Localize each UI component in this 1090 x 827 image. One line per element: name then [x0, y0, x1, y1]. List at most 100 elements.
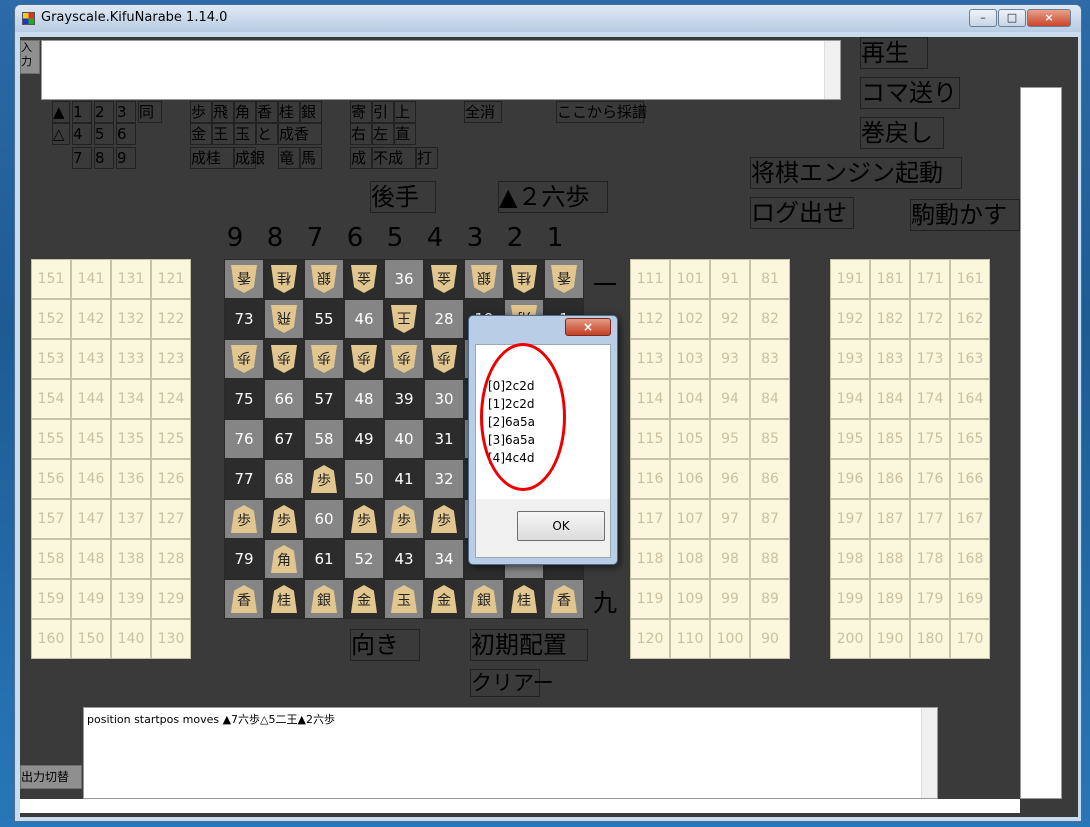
- stand-gote-cell[interactable]: 102: [670, 299, 710, 339]
- stand-right-cell[interactable]: 188: [870, 539, 910, 579]
- stand-left-cell[interactable]: 131: [111, 259, 151, 299]
- piece-kyo[interactable]: 香: [256, 101, 278, 123]
- stand-left-cell[interactable]: 132: [111, 299, 151, 339]
- piece-narikei[interactable]: 成桂: [190, 147, 234, 169]
- stand-right-cell[interactable]: 191: [830, 259, 870, 299]
- stand-right-cell[interactable]: 165: [950, 419, 990, 459]
- stand-gote-cell[interactable]: 105: [670, 419, 710, 459]
- board-square[interactable]: 28: [424, 299, 464, 339]
- stand-left-cell[interactable]: 127: [151, 499, 191, 539]
- stand-left-cell[interactable]: 122: [151, 299, 191, 339]
- stand-left-cell[interactable]: 151: [31, 259, 71, 299]
- stand-left-cell[interactable]: 133: [111, 339, 151, 379]
- board-square[interactable]: 金: [344, 259, 384, 299]
- board-square[interactable]: 40: [384, 419, 424, 459]
- stand-left-cell[interactable]: 125: [151, 419, 191, 459]
- stand-left-cell[interactable]: 144: [71, 379, 111, 419]
- board-square[interactable]: 歩: [304, 459, 344, 499]
- piece-uma[interactable]: 馬: [300, 147, 322, 169]
- dialog-close-button[interactable]: ×: [565, 318, 611, 336]
- stand-gote-cell[interactable]: 115: [630, 419, 670, 459]
- move-piece-button[interactable]: 駒動かす: [910, 199, 1020, 231]
- stand-left-cell[interactable]: 150: [71, 619, 111, 659]
- board-square[interactable]: 金: [344, 579, 384, 619]
- stand-gote-cell[interactable]: 110: [670, 619, 710, 659]
- num-9[interactable]: 9: [116, 147, 136, 169]
- stand-right-cell[interactable]: 198: [830, 539, 870, 579]
- stand-gote-cell[interactable]: 84: [750, 379, 790, 419]
- same-button[interactable]: 同: [138, 101, 162, 123]
- piece-kin[interactable]: 金: [190, 123, 212, 145]
- stand-left-cell[interactable]: 123: [151, 339, 191, 379]
- board-square[interactable]: 34: [424, 539, 464, 579]
- shogi-piece[interactable]: 歩: [351, 505, 377, 533]
- shogi-piece[interactable]: 歩: [271, 345, 297, 373]
- stand-gote-cell[interactable]: 100: [710, 619, 750, 659]
- board-square[interactable]: 歩: [344, 339, 384, 379]
- board-square[interactable]: 76: [224, 419, 264, 459]
- stand-gote-cell[interactable]: 96: [710, 459, 750, 499]
- stand-gote-cell[interactable]: 90: [750, 619, 790, 659]
- stand-right-cell[interactable]: 189: [870, 579, 910, 619]
- orientation-button[interactable]: 向き: [350, 629, 420, 661]
- piece-ryu[interactable]: 竜: [278, 147, 300, 169]
- stand-right-cell[interactable]: 172: [910, 299, 950, 339]
- close-button[interactable]: ×: [1027, 9, 1071, 27]
- stand-left-cell[interactable]: 146: [71, 459, 111, 499]
- stand-left-cell[interactable]: 157: [31, 499, 71, 539]
- log-button[interactable]: ログ出せ: [750, 197, 854, 229]
- stand-gote-cell[interactable]: 88: [750, 539, 790, 579]
- move-hiku[interactable]: 引: [372, 101, 394, 123]
- shogi-piece[interactable]: 香: [551, 265, 577, 293]
- stand-gote-cell[interactable]: 93: [710, 339, 750, 379]
- board-square[interactable]: 48: [344, 379, 384, 419]
- board-square[interactable]: 銀: [464, 259, 504, 299]
- stand-gote-cell[interactable]: 94: [710, 379, 750, 419]
- board-square[interactable]: 67: [264, 419, 304, 459]
- shogi-piece[interactable]: 香: [231, 265, 257, 293]
- move-utsu[interactable]: 打: [416, 147, 438, 169]
- stand-right-cell[interactable]: 199: [830, 579, 870, 619]
- board-square[interactable]: 66: [264, 379, 304, 419]
- board-square[interactable]: 52: [344, 539, 384, 579]
- stand-gote-cell[interactable]: 86: [750, 459, 790, 499]
- stand-left-cell[interactable]: 147: [71, 499, 111, 539]
- step-button[interactable]: コマ送り: [860, 77, 960, 109]
- board-square[interactable]: 桂: [264, 579, 304, 619]
- piece-ou[interactable]: 王: [212, 123, 234, 145]
- stand-right-cell[interactable]: 194: [830, 379, 870, 419]
- stand-right-cell[interactable]: 200: [830, 619, 870, 659]
- stand-gote-cell[interactable]: 113: [630, 339, 670, 379]
- move-yoru[interactable]: 寄: [350, 101, 372, 123]
- gote-button[interactable]: 後手: [370, 181, 436, 213]
- shogi-piece[interactable]: 歩: [311, 345, 337, 373]
- stand-left-cell[interactable]: 140: [111, 619, 151, 659]
- stand-left-cell[interactable]: 143: [71, 339, 111, 379]
- board-square[interactable]: 歩: [224, 339, 264, 379]
- stand-gote-cell[interactable]: 103: [670, 339, 710, 379]
- board-square[interactable]: 73: [224, 299, 264, 339]
- output-scrollbar[interactable]: [921, 708, 937, 798]
- stand-gote-cell[interactable]: 108: [670, 539, 710, 579]
- piece-kei[interactable]: 桂: [278, 101, 300, 123]
- maximize-button[interactable]: □: [998, 9, 1026, 27]
- stand-right-cell[interactable]: 184: [870, 379, 910, 419]
- stand-gote-cell[interactable]: 92: [710, 299, 750, 339]
- input-field[interactable]: [41, 40, 841, 100]
- board-square[interactable]: 王: [384, 299, 424, 339]
- play-button[interactable]: 再生: [860, 37, 928, 69]
- shogi-piece[interactable]: 王: [391, 305, 417, 333]
- stand-left-cell[interactable]: 153: [31, 339, 71, 379]
- stand-right-cell[interactable]: 193: [830, 339, 870, 379]
- board-square[interactable]: 49: [344, 419, 384, 459]
- board-square[interactable]: 58: [304, 419, 344, 459]
- stand-left-cell[interactable]: 124: [151, 379, 191, 419]
- stand-gote-cell[interactable]: 118: [630, 539, 670, 579]
- board-square[interactable]: 36: [384, 259, 424, 299]
- shogi-piece[interactable]: 歩: [391, 345, 417, 373]
- board-square[interactable]: 41: [384, 459, 424, 499]
- board-square[interactable]: 60: [304, 499, 344, 539]
- num-1[interactable]: 1: [72, 101, 92, 123]
- stand-left-cell[interactable]: 141: [71, 259, 111, 299]
- board-square[interactable]: 32: [424, 459, 464, 499]
